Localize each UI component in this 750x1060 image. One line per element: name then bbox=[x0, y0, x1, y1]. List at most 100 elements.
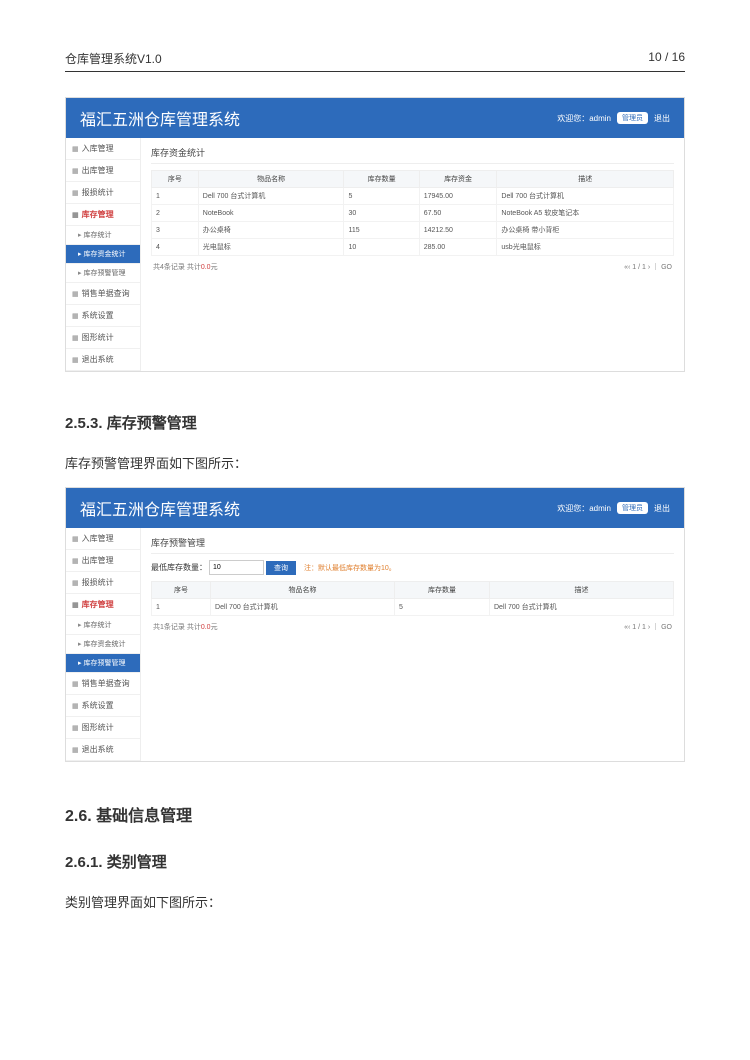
cell: 光电鼠标 bbox=[198, 239, 344, 256]
plus-icon: ▦ bbox=[72, 724, 79, 732]
app-screenshot-stock-fund: 福汇五洲仓库管理系统 欢迎您：admin 管理员 退出 ▦入库管理 ▦出库管理 … bbox=[65, 97, 685, 372]
cell: NoteBook A5 软皮笔记本 bbox=[497, 205, 674, 222]
cell: 5 bbox=[344, 188, 419, 205]
cell: 3 bbox=[152, 222, 199, 239]
cell: 办公桌椅 带小背柜 bbox=[497, 222, 674, 239]
min-stock-input[interactable] bbox=[209, 560, 264, 575]
page-number: 10 / 16 bbox=[648, 50, 685, 67]
cell: 67.50 bbox=[419, 205, 497, 222]
filter-note: 注：默认最低库存数量为10。 bbox=[304, 563, 396, 573]
banner-right: 欢迎您：admin 管理员 退出 bbox=[557, 502, 670, 514]
nav-label: 入库管理 bbox=[82, 533, 114, 544]
panel-title: 库存资金统计 bbox=[151, 146, 674, 164]
th-seq: 序号 bbox=[152, 582, 211, 599]
banner-right: 欢迎您：admin 管理员 退出 bbox=[557, 112, 670, 124]
nav-outbound[interactable]: ▦出库管理 bbox=[66, 160, 140, 182]
th-name: 物品名称 bbox=[198, 171, 344, 188]
heading-2-5-3: 2.5.3. 库存预警管理 bbox=[65, 412, 685, 433]
para-2-5-3: 库存预警管理界面如下图所示： bbox=[65, 453, 685, 472]
cell: 1 bbox=[152, 599, 211, 616]
nav-label: 报损统计 bbox=[82, 187, 114, 198]
nav-sales[interactable]: ▦销售单据查询 bbox=[66, 673, 140, 695]
warn-table: 序号 物品名称 库存数量 描述 1Dell 700 台式计算机5Dell 700… bbox=[151, 581, 674, 616]
pager-left: 共4条记录 共计0.0元 bbox=[153, 262, 218, 272]
cell: Dell 700 台式计算机 bbox=[490, 599, 674, 616]
nav-label: 出库管理 bbox=[82, 165, 114, 176]
th-name: 物品名称 bbox=[211, 582, 395, 599]
th-qty: 库存数量 bbox=[344, 171, 419, 188]
pager-right[interactable]: «‹ 1 / 1 › ｜ GO bbox=[624, 262, 672, 272]
nav-stock[interactable]: ▦库存管理 bbox=[66, 204, 140, 226]
welcome-text: 欢迎您：admin bbox=[557, 503, 611, 514]
plus-icon: ▦ bbox=[72, 312, 79, 320]
logout-link[interactable]: 退出 bbox=[654, 503, 670, 514]
table-row: 2NoteBook3067.50NoteBook A5 软皮笔记本 bbox=[152, 205, 674, 222]
nav-label: 系统设置 bbox=[82, 310, 114, 321]
nav-label: 图形统计 bbox=[82, 722, 114, 733]
filter-bar: 最低库存数量： 查询 注：默认最低库存数量为10。 bbox=[151, 560, 674, 575]
app-screenshot-stock-warn: 福汇五洲仓库管理系统 欢迎您：admin 管理员 退出 ▦入库管理 ▦出库管理 … bbox=[65, 487, 685, 762]
nav-charts[interactable]: ▦图形统计 bbox=[66, 327, 140, 349]
nav-charts[interactable]: ▦图形统计 bbox=[66, 717, 140, 739]
welcome-text: 欢迎您：admin bbox=[557, 113, 611, 124]
cell: 14212.50 bbox=[419, 222, 497, 239]
cell: 30 bbox=[344, 205, 419, 222]
sub-stock-warn[interactable]: 库存预警管理 bbox=[66, 654, 140, 673]
plus-icon: ▦ bbox=[72, 680, 79, 688]
pager: 共1条记录 共计0.0元 «‹ 1 / 1 › ｜ GO bbox=[151, 618, 674, 636]
th-qty: 库存数量 bbox=[395, 582, 490, 599]
sub-stock-stat[interactable]: 库存统计 bbox=[66, 226, 140, 245]
cell: 5 bbox=[395, 599, 490, 616]
cell: 4 bbox=[152, 239, 199, 256]
cell: Dell 700 台式计算机 bbox=[211, 599, 395, 616]
app-banner: 福汇五洲仓库管理系统 欢迎您：admin 管理员 退出 bbox=[66, 488, 684, 528]
panel-title: 库存预警管理 bbox=[151, 536, 674, 554]
nav-loss[interactable]: ▦报损统计 bbox=[66, 572, 140, 594]
plus-icon: ▦ bbox=[72, 579, 79, 587]
plus-icon: ▦ bbox=[72, 189, 79, 197]
cell: usb光电鼠标 bbox=[497, 239, 674, 256]
doc-title: 仓库管理系统V1.0 bbox=[65, 50, 162, 67]
logout-link[interactable]: 退出 bbox=[654, 113, 670, 124]
plus-icon: ▦ bbox=[72, 746, 79, 754]
nav-settings[interactable]: ▦系统设置 bbox=[66, 695, 140, 717]
nav-exit[interactable]: ▦退出系统 bbox=[66, 739, 140, 761]
query-button[interactable]: 查询 bbox=[266, 561, 296, 575]
th-fund: 库存资金 bbox=[419, 171, 497, 188]
main-panel: 库存预警管理 最低库存数量： 查询 注：默认最低库存数量为10。 序号 物品名称… bbox=[141, 528, 684, 761]
plus-icon: ▦ bbox=[72, 535, 79, 543]
plus-icon: ▦ bbox=[72, 702, 79, 710]
sub-stock-fund[interactable]: 库存资金统计 bbox=[66, 635, 140, 654]
nav-loss[interactable]: ▦报损统计 bbox=[66, 182, 140, 204]
plus-icon: ▦ bbox=[72, 145, 79, 153]
sub-stock-fund[interactable]: 库存资金统计 bbox=[66, 245, 140, 264]
nav-label: 入库管理 bbox=[82, 143, 114, 154]
plus-icon: ▦ bbox=[72, 167, 79, 175]
cell: 办公桌椅 bbox=[198, 222, 344, 239]
nav-inbound[interactable]: ▦入库管理 bbox=[66, 138, 140, 160]
pager-right[interactable]: «‹ 1 / 1 › ｜ GO bbox=[624, 622, 672, 632]
app-banner: 福汇五洲仓库管理系统 欢迎您：admin 管理员 退出 bbox=[66, 98, 684, 138]
filter-label: 最低库存数量： bbox=[151, 562, 207, 573]
nav-label: 出库管理 bbox=[82, 555, 114, 566]
sub-stock-stat[interactable]: 库存统计 bbox=[66, 616, 140, 635]
cell: 2 bbox=[152, 205, 199, 222]
pager: 共4条记录 共计0.0元 «‹ 1 / 1 › ｜ GO bbox=[151, 258, 674, 276]
plus-icon: ▦ bbox=[72, 557, 79, 565]
table-row: 1Dell 700 台式计算机5Dell 700 台式计算机 bbox=[152, 599, 674, 616]
plus-icon: ▦ bbox=[72, 290, 79, 298]
nav-settings[interactable]: ▦系统设置 bbox=[66, 305, 140, 327]
nav-stock[interactable]: ▦库存管理 bbox=[66, 594, 140, 616]
nav-sales[interactable]: ▦销售单据查询 bbox=[66, 283, 140, 305]
heading-2-6: 2.6. 基础信息管理 bbox=[65, 802, 685, 826]
nav-outbound[interactable]: ▦出库管理 bbox=[66, 550, 140, 572]
para-2-6-1: 类别管理界面如下图所示： bbox=[65, 892, 685, 911]
cell: NoteBook bbox=[198, 205, 344, 222]
nav-label: 销售单据查询 bbox=[82, 678, 130, 689]
nav-label: 图形统计 bbox=[82, 332, 114, 343]
nav-exit[interactable]: ▦退出系统 bbox=[66, 349, 140, 371]
nav-inbound[interactable]: ▦入库管理 bbox=[66, 528, 140, 550]
fund-table: 序号 物品名称 库存数量 库存资金 描述 1Dell 700 台式计算机5179… bbox=[151, 170, 674, 256]
sub-stock-warn[interactable]: 库存预警管理 bbox=[66, 264, 140, 283]
heading-2-6-1: 2.6.1. 类别管理 bbox=[65, 851, 685, 872]
